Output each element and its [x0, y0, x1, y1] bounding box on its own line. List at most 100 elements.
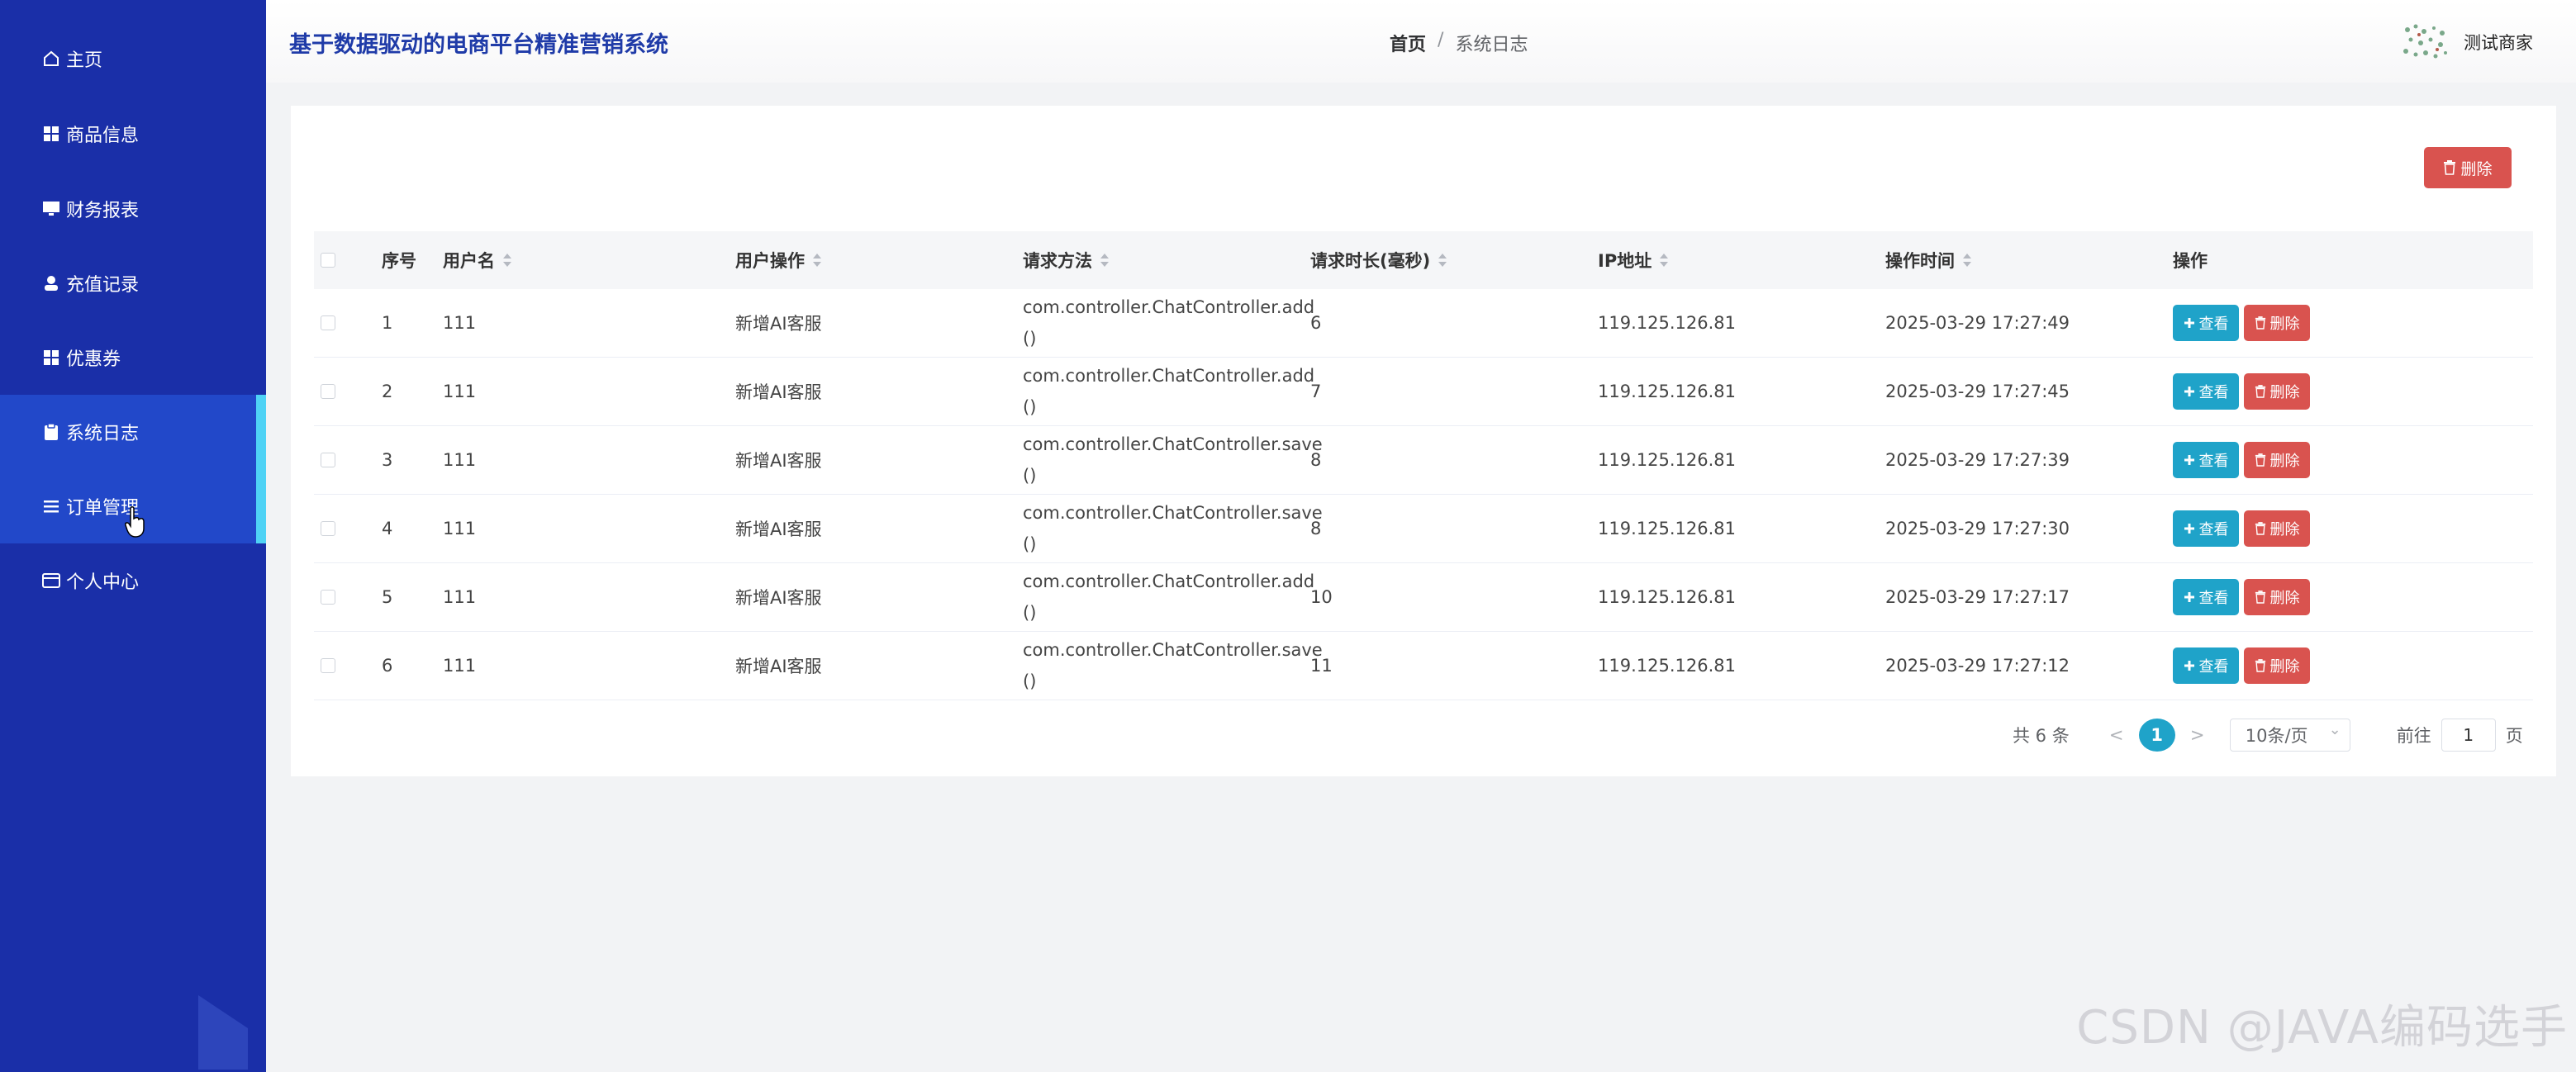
sidebar-item-recharge[interactable]: 充值记录 [0, 246, 266, 320]
col-actions-label: 操作 [2173, 251, 2208, 271]
sidebar-item-home[interactable]: 主页 [0, 21, 266, 96]
view-button[interactable]: 查看 [2173, 305, 2239, 341]
cell-username: 111 [443, 382, 477, 401]
select-all-checkbox[interactable] [321, 231, 335, 289]
col-time-label: 操作时间 [1885, 251, 1955, 271]
delete-button[interactable]: 删除 [2244, 442, 2310, 478]
sidebar-item-finance[interactable]: 财务报表 [0, 172, 266, 246]
col-ip[interactable]: IP地址 [1598, 231, 1669, 289]
cell-index: 6 [382, 656, 393, 676]
breadcrumb-home[interactable]: 首页 [1390, 30, 1426, 56]
breadcrumb-current: 系统日志 [1455, 35, 1528, 55]
page-number-button[interactable]: 1 [2138, 719, 2175, 752]
trash-icon [2255, 385, 2265, 398]
card-icon [41, 571, 61, 591]
col-actions: 操作 [2173, 231, 2208, 289]
mouse-cursor-icon [125, 506, 145, 538]
breadcrumb: 首页 / 系统日志 [1390, 30, 1528, 56]
col-method[interactable]: 请求方法 [1023, 231, 1109, 289]
prev-page-button[interactable]: < [2104, 725, 2129, 745]
row-checkbox[interactable] [321, 495, 335, 562]
grid-icon [41, 348, 61, 368]
cell-method: com.controller.ChatController.add () [1023, 563, 1314, 631]
col-method-label: 请求方法 [1023, 251, 1092, 271]
log-table: 序号 用户名 用户操作 请求方法 请求时长(毫秒) IP地址 操作时间 操作 1… [314, 231, 2533, 700]
sort-icon[interactable] [1963, 254, 1971, 267]
col-username[interactable]: 用户名 [443, 231, 511, 289]
sidebar-item-profile[interactable]: 个人中心 [0, 543, 266, 618]
cell-method-line1: com.controller.ChatController.save [1023, 434, 1323, 454]
list-icon [41, 496, 61, 516]
row-checkbox[interactable] [321, 358, 335, 425]
cell-ip: 119.125.126.81 [1598, 313, 1736, 333]
sidebar-item-system-log[interactable]: 系统日志 [0, 395, 266, 469]
sort-icon[interactable] [1100, 254, 1109, 267]
goto-page-input[interactable] [2441, 719, 2496, 752]
cell-ip: 119.125.126.81 [1598, 519, 1736, 538]
row-checkbox[interactable] [321, 426, 335, 494]
cell-index: 1 [382, 313, 393, 333]
next-page-button[interactable]: > [2185, 725, 2210, 745]
batch-delete-button[interactable]: 删除 [2424, 147, 2512, 188]
row-checkbox[interactable] [321, 632, 335, 700]
col-operation[interactable]: 用户操作 [735, 231, 821, 289]
table-body: 1 111 新增AI客服 com.controller.ChatController.… [314, 289, 2533, 700]
cell-operation: 新增AI客服 [735, 519, 822, 539]
user-menu[interactable]: 测试商家 [2401, 21, 2533, 63]
row-checkbox[interactable] [321, 563, 335, 631]
cell-duration: 6 [1310, 313, 1322, 333]
cell-method-line2: () [1023, 534, 1037, 554]
cell-time: 2025-03-29 17:27:49 [1885, 313, 2070, 333]
delete-button[interactable]: 删除 [2244, 647, 2310, 684]
cell-username: 111 [443, 656, 477, 676]
table-row: 2 111 新增AI客服 com.controller.ChatController.… [314, 358, 2533, 426]
cell-method-line2: () [1023, 397, 1037, 417]
delete-button[interactable]: 删除 [2244, 305, 2310, 341]
view-button[interactable]: 查看 [2173, 510, 2239, 547]
plus-icon [2184, 318, 2194, 328]
sidebar-item-label: 充值记录 [66, 275, 140, 296]
table-row: 5 111 新增AI客服 com.controller.ChatController.… [314, 563, 2533, 632]
cell-method-line1: com.controller.ChatController.add [1023, 572, 1315, 591]
col-index-label: 序号 [382, 251, 416, 271]
cell-actions: 查看 删除 [2173, 289, 2315, 357]
view-label: 查看 [2198, 315, 2229, 333]
sidebar-item-label: 个人中心 [66, 572, 140, 593]
sidebar-item-label: 主页 [66, 50, 103, 71]
cell-time: 2025-03-29 17:27:45 [1885, 382, 2070, 401]
delete-button[interactable]: 删除 [2244, 579, 2310, 615]
cell-ip: 119.125.126.81 [1598, 450, 1736, 470]
cell-actions: 查看 删除 [2173, 495, 2315, 562]
col-time[interactable]: 操作时间 [1885, 231, 1971, 289]
cell-duration: 10 [1310, 587, 1333, 607]
delete-label: 删除 [2269, 590, 2300, 607]
cell-time: 2025-03-29 17:27:39 [1885, 450, 2070, 470]
cell-duration: 8 [1310, 450, 1322, 470]
sort-icon[interactable] [503, 254, 511, 267]
cell-index: 3 [382, 450, 393, 470]
trash-icon [2444, 160, 2456, 175]
sidebar-item-coupons[interactable]: 优惠券 [0, 320, 266, 395]
delete-button[interactable]: 删除 [2244, 510, 2310, 547]
view-button[interactable]: 查看 [2173, 442, 2239, 478]
page-size-select[interactable]: 10条/页 [2229, 719, 2350, 752]
sort-icon[interactable] [1438, 254, 1447, 267]
sort-icon[interactable] [1660, 254, 1669, 267]
col-operation-label: 用户操作 [735, 251, 805, 271]
sort-icon[interactable] [813, 254, 821, 267]
cell-actions: 查看 删除 [2173, 426, 2315, 494]
avatar [2403, 24, 2447, 59]
clipboard-icon [41, 422, 61, 442]
delete-button[interactable]: 删除 [2244, 373, 2310, 410]
sidebar-item-products[interactable]: 商品信息 [0, 97, 266, 171]
delete-label: 删除 [2269, 315, 2300, 333]
row-checkbox[interactable] [321, 289, 335, 357]
view-button[interactable]: 查看 [2173, 579, 2239, 615]
table-row: 3 111 新增AI客服 com.controller.ChatController.… [314, 426, 2533, 495]
col-duration[interactable]: 请求时长(毫秒) [1310, 231, 1447, 289]
breadcrumb-separator: / [1438, 30, 1444, 50]
view-button[interactable]: 查看 [2173, 647, 2239, 684]
plus-icon [2184, 661, 2194, 671]
trash-icon [2255, 453, 2265, 467]
view-button[interactable]: 查看 [2173, 373, 2239, 410]
